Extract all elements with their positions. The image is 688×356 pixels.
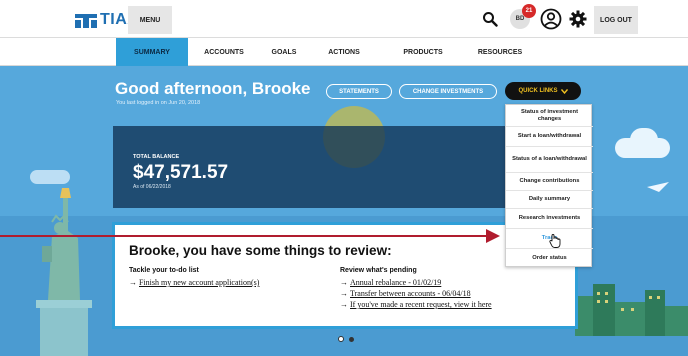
review-title: Brooke, you have some things to review: [129,243,392,258]
todo-link[interactable]: → Finish my new account application(s) [129,278,259,287]
pending-link[interactable]: → Transfer between accounts - 06/04/18 [340,289,471,298]
pending-heading: Review what's pending [340,267,417,274]
logout-button[interactable]: LOG OUT [594,6,638,34]
cloud-illustration [630,128,658,152]
profile-icon[interactable] [540,8,562,30]
statue-of-liberty-illustration [36,188,92,356]
quick-link-item[interactable]: Daily summary [506,191,593,209]
nav-goals[interactable]: GOALS [262,38,306,66]
greeting-heading: Good afternoon, Brooke [115,79,311,98]
nav-summary[interactable]: SUMMARY [116,38,188,66]
annotation-arrowhead [486,229,500,243]
total-balance-value: $47,571.57 [133,162,229,183]
nav-accounts[interactable]: ACCOUNTS [194,38,254,66]
top-bar: TIAA MENU BD 21 LOG OUT [0,0,688,38]
notification-badge[interactable]: 21 [522,4,536,18]
nav-products[interactable]: PRODUCTS [394,38,452,66]
quick-link-item[interactable]: Order status [506,249,593,267]
change-investments-button[interactable]: CHANGE INVESTMENTS [399,84,497,99]
hand-cursor-icon [549,234,561,248]
quick-links-button[interactable]: QUICK LINKS [505,82,581,100]
quick-link-item[interactable]: Status of investment changes [506,105,593,127]
arrow-right-icon: → [340,278,348,287]
arrow-right-icon: → [340,300,348,309]
carousel-dot[interactable] [338,336,344,342]
total-balance-label: TOTAL BALANCE [133,154,180,160]
balance-as-of-date: As of 06/22/2018 [133,184,171,190]
nav-actions[interactable]: ACTIONS [318,38,370,66]
pending-link[interactable]: → Annual rebalance - 01/02/19 [340,278,441,287]
city-buildings-illustration [575,284,688,336]
quick-link-item[interactable]: Research investments [506,209,593,229]
tiaa-logo-icon [75,14,97,28]
main-nav: SUMMARY ACCOUNTS GOALS ACTIONS PRODUCTS … [0,38,688,66]
gear-icon[interactable] [569,10,587,28]
statements-button[interactable]: STATEMENTS [326,84,392,99]
last-login-text: You last logged in on Jun 20, 2018 [116,100,201,106]
quick-link-item[interactable]: Start a loan/withdrawal [506,127,593,147]
arrow-right-icon: → [340,289,348,298]
carousel-dot-active[interactable] [349,337,354,342]
quick-link-item[interactable]: Status of a loan/withdrawal [506,147,593,173]
paper-plane-icon [647,182,669,192]
quick-link-item[interactable]: Change contributions [506,173,593,191]
total-balance-card[interactable]: TOTAL BALANCE $47,571.57 As of 06/22/201… [113,126,508,208]
annotation-arrow-line [0,235,488,237]
search-icon[interactable] [482,11,498,27]
carousel-dots [338,336,354,342]
nav-resources[interactable]: RESOURCES [468,38,532,66]
todo-heading: Tackle your to-do list [129,267,199,274]
pending-link[interactable]: → If you've made a recent request, view i… [340,300,492,309]
menu-button[interactable]: MENU [128,6,172,34]
chevron-down-icon [560,88,568,94]
quick-links-label: QUICK LINKS [518,88,558,94]
arrow-right-icon: → [129,278,137,287]
